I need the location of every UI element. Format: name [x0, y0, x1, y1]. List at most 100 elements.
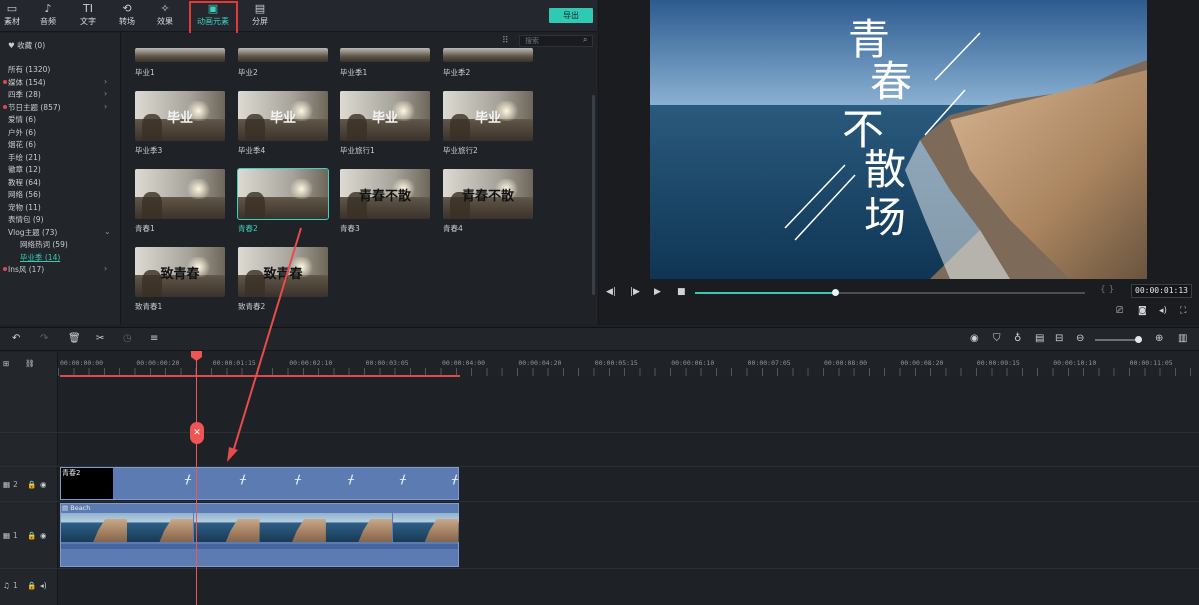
next-frame-icon[interactable]: |▶ [630, 287, 640, 297]
category-item[interactable]: 教程 (64) [8, 177, 41, 188]
redo-icon[interactable]: ↷ [40, 333, 48, 344]
prev-frame-icon[interactable]: ◀| [606, 287, 616, 297]
element-thumbnail[interactable]: 致青春 [238, 247, 328, 297]
element-thumbnail[interactable]: 毕业 [135, 91, 225, 141]
element-label: 青春2 [238, 224, 258, 233]
ruler-time-label: 00:00:04:00 [442, 359, 486, 367]
tab-split-screen[interactable]: ▤ 分屏 [238, 2, 282, 32]
timecode-display: 00:00:01:13 [1131, 284, 1192, 298]
thumb-title-text [135, 169, 225, 219]
chevron-right-icon[interactable]: › [104, 264, 107, 273]
zoom-in-icon[interactable]: ⊕ [1155, 333, 1163, 344]
thumb-partial-1[interactable] [135, 48, 225, 62]
adjust-icon[interactable]: ≡ [150, 333, 158, 344]
ruler-time-label: 00:00:05:15 [594, 359, 638, 367]
video-frame-thumbnail [61, 513, 127, 542]
video-clip-audio [61, 544, 458, 549]
render-preview-icon[interactable]: ⎚ [1116, 306, 1123, 316]
element-thumbnail[interactable]: 毕业 [238, 91, 328, 141]
render-icon[interactable]: ◉ [970, 333, 979, 344]
export-button[interactable]: 导出 [549, 8, 593, 23]
video-frame-thumbnail [259, 513, 326, 542]
zoom-out-icon[interactable]: ⊖ [1076, 333, 1084, 344]
category-item[interactable]: 所有 (1320) [8, 64, 50, 75]
zoom-handle[interactable] [1135, 336, 1142, 343]
fullscreen-icon[interactable]: ⛶ [1180, 306, 1186, 316]
category-item[interactable]: 户外 (6) [8, 127, 36, 138]
delete-icon[interactable]: 🗑 [68, 333, 81, 344]
chevron-right-icon[interactable]: › [104, 77, 107, 86]
element-thumbnail[interactable]: 毕业 [340, 91, 430, 141]
undo-icon[interactable]: ↶ [12, 333, 20, 344]
grid-scrollbar[interactable] [592, 95, 595, 295]
category-item[interactable]: 爱情 (6) [8, 114, 36, 125]
lock-icon[interactable]: 🔒 [27, 581, 36, 590]
category-item[interactable]: 媒体 (154) [8, 77, 46, 88]
speaker-icon[interactable]: ◂) [40, 581, 47, 590]
tab-audio[interactable]: ♪ 音频 [26, 2, 70, 32]
element-thumbnail[interactable] [135, 169, 225, 219]
title-clip-name: 青春2 [62, 469, 81, 477]
heart-icon: ♥ [8, 41, 15, 50]
category-item[interactable]: Vlog主题 (73) [8, 227, 57, 238]
video-frame-thumbnail [392, 513, 459, 542]
frame-cliff [90, 519, 127, 542]
playhead-line[interactable] [196, 356, 197, 605]
play-icon[interactable]: ▶ [654, 287, 661, 297]
snapshot-icon[interactable]: ◙ [1138, 306, 1147, 316]
thumb-partial-2[interactable] [238, 48, 328, 62]
element-thumbnail[interactable]: 青春不散 [340, 169, 430, 219]
layout-icon[interactable]: ▥ [1178, 333, 1187, 344]
marker-icon[interactable]: ⛉ [993, 333, 1001, 344]
grid-view-icon[interactable]: ⠿ [502, 36, 509, 46]
category-item[interactable]: 节日主题 (857) [8, 102, 61, 113]
category-item[interactable]: 手绘 (21) [8, 152, 41, 163]
cut-icon[interactable]: ✂ [96, 333, 104, 344]
link-icon[interactable]: ⛓ [25, 359, 35, 368]
playhead-scissors-icon[interactable]: ✕ [190, 422, 204, 444]
category-item[interactable]: 网络 (56) [8, 189, 41, 200]
tab-media-label: 素材 [4, 17, 20, 26]
title-char-5: 场 [864, 193, 907, 242]
category-item[interactable]: 表情包 (9) [8, 214, 44, 225]
category-item[interactable]: 四季 (28) [8, 89, 41, 100]
speed-icon[interactable]: ◷ [123, 333, 132, 344]
eye-icon[interactable]: ◉ [40, 480, 47, 489]
category-item[interactable]: 徽章 (12) [8, 164, 41, 175]
ruler-time-label: 00:00:08:20 [900, 359, 944, 367]
add-track-icon[interactable]: ⊞ [3, 359, 9, 368]
volume-icon[interactable]: ◂) [1159, 306, 1167, 316]
lock-icon[interactable]: 🔒 [27, 531, 36, 540]
search-icon[interactable]: ⌕ [583, 35, 587, 45]
category-item[interactable]: Ins风 (17) [8, 264, 44, 275]
element-thumbnail[interactable]: 青春不散 [443, 169, 533, 219]
lock-icon[interactable]: 🔒 [27, 480, 36, 489]
element-thumbnail[interactable]: 致青春 [135, 247, 225, 297]
category-item[interactable]: 宠物 (11) [8, 202, 41, 213]
fit-icon[interactable]: ⊟ [1055, 333, 1063, 344]
chevron-down-icon[interactable]: ⌄ [104, 227, 111, 236]
category-item[interactable]: 烟花 (6) [8, 139, 36, 150]
thumb-partial-3[interactable] [340, 48, 430, 62]
tab-effects[interactable]: ✧ 效果 [143, 2, 187, 32]
chevron-right-icon[interactable]: › [104, 89, 107, 98]
marker-brackets[interactable]: { } [1100, 285, 1114, 295]
chevron-right-icon[interactable]: › [104, 102, 107, 111]
element-thumbnail[interactable]: 毕业 [443, 91, 533, 141]
frame-cliff [289, 519, 326, 542]
title-clip-frame: ᚋ [295, 472, 301, 486]
thumb-partial-4[interactable] [443, 48, 533, 62]
category-item[interactable]: 网络热词 (59) [20, 239, 68, 250]
thumb-title-text: 毕业 [371, 110, 398, 126]
frame-cliff [355, 519, 393, 542]
tab-text[interactable]: TI 文字 [66, 2, 110, 32]
microphone-icon[interactable]: ♁ [1014, 333, 1021, 344]
mixer-icon[interactable]: ▤ [1035, 333, 1044, 344]
eye-icon[interactable]: ◉ [40, 531, 47, 540]
element-thumbnail[interactable] [237, 168, 329, 220]
stop-icon[interactable]: ■ [677, 287, 686, 297]
category-item[interactable]: 毕业季 (14) [20, 252, 60, 263]
tab-text-label: 文字 [80, 17, 96, 26]
lane-divider [0, 568, 1199, 569]
favorites-item[interactable]: ♥ 收藏 (0) [8, 40, 45, 51]
